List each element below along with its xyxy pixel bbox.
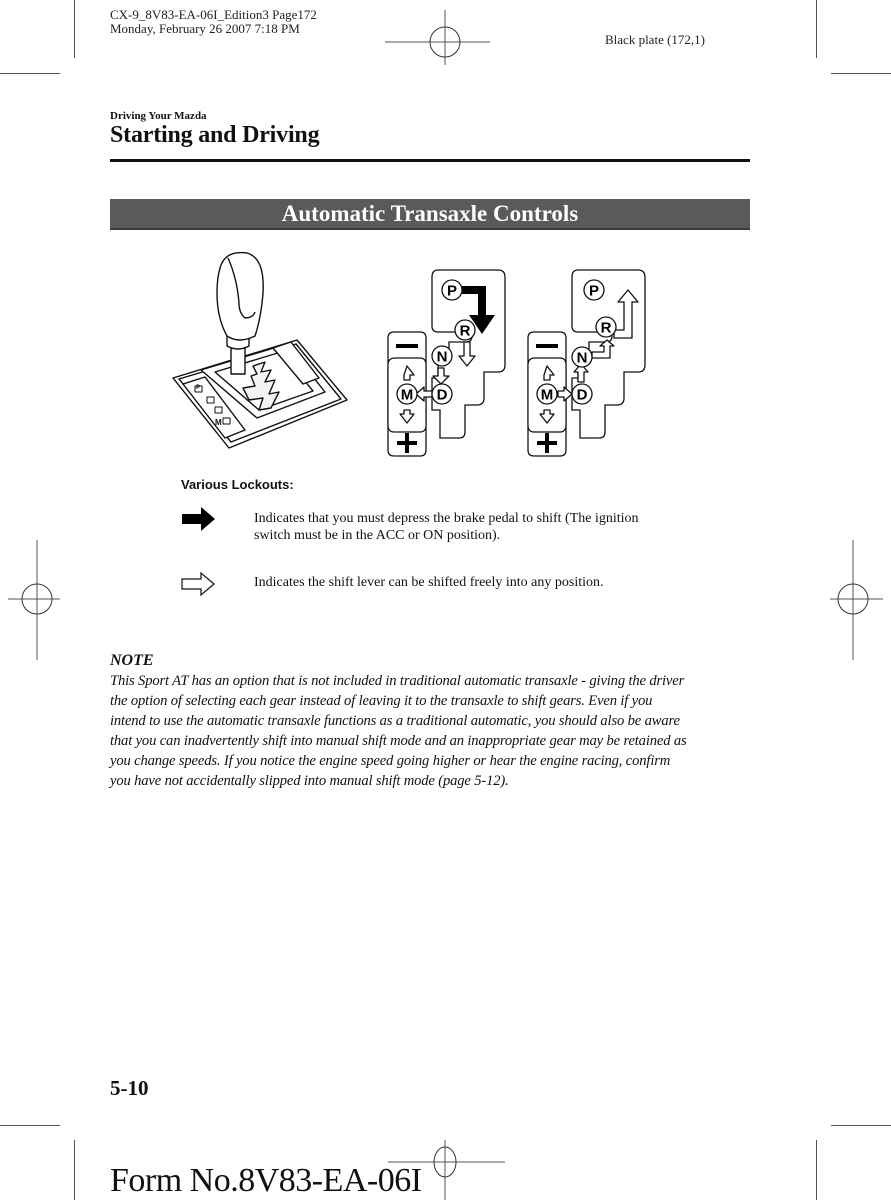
note-line: the option of selecting each gear instea…	[110, 693, 653, 709]
minus-sign	[396, 344, 418, 348]
note-heading: NOTE	[110, 652, 154, 669]
lockout-text-brake: Indicates that you must depress the brak…	[254, 510, 639, 544]
gate-label-R: R	[460, 323, 471, 340]
note-line: that you can inadvertently shift into ma…	[110, 733, 687, 749]
minus-sign	[536, 344, 558, 348]
crop-mark	[816, 0, 817, 58]
crop-mark	[74, 1140, 75, 1200]
registration-mark-left	[8, 540, 60, 660]
gate-label-P: P	[447, 283, 457, 300]
print-header-date: Monday, February 26 2007 7:18 PM	[110, 21, 300, 36]
crop-mark	[816, 1140, 817, 1200]
note-line: you change speeds. If you notice the eng…	[110, 753, 671, 769]
solid-arrow-icon	[182, 507, 215, 531]
section-label: Driving Your Mazda	[110, 110, 207, 122]
gate-label-D: D	[437, 387, 448, 404]
crop-mark	[0, 1125, 60, 1126]
plus-sign-v	[405, 433, 409, 453]
shift-pattern-brake-required: P RN D M	[387, 269, 506, 457]
gate-label-P: P	[589, 283, 599, 300]
gate-label-N: N	[577, 350, 588, 367]
crop-mark	[74, 0, 75, 58]
indicator-label-M: M	[215, 418, 222, 427]
crop-mark	[831, 73, 891, 74]
note-block: NOTE This Sport AT has an option that is…	[110, 651, 755, 791]
indicator-label-P: P	[196, 385, 201, 391]
note-line: you have not accidentally slipped into m…	[110, 773, 509, 789]
shift-pattern-free-shift: P RN D M	[527, 269, 646, 457]
registration-mark-right	[830, 540, 883, 660]
note-line: intend to use the automatic transaxle fu…	[110, 713, 680, 729]
lockout-text-line: switch must be in the ACC or ON position…	[254, 528, 501, 543]
title-rule	[110, 159, 750, 162]
crop-mark	[0, 73, 60, 74]
page-title: Starting and Driving	[110, 122, 320, 148]
form-number: Form No.8V83-EA-06I	[110, 1162, 422, 1199]
outline-arrow-icon	[181, 571, 215, 597]
gate-label-M: M	[541, 387, 554, 404]
gate-label-R: R	[601, 320, 612, 337]
lockout-text-line: Indicates the shift lever can be shifted…	[254, 575, 604, 590]
gate-label-M: M	[401, 387, 414, 404]
crop-mark	[831, 1125, 891, 1126]
lockouts-heading: Various Lockouts:	[181, 477, 294, 492]
print-header-file: CX-9_8V83-EA-06I_Edition3 Page172	[110, 7, 317, 22]
lockout-text-free: Indicates the shift lever can be shifted…	[254, 574, 604, 591]
lockout-text-line: Indicates that you must depress the brak…	[254, 511, 639, 526]
section-banner: Automatic Transaxle Controls	[110, 199, 750, 230]
print-header-plate: Black plate (172,1)	[605, 32, 705, 47]
note-line: This Sport AT has an option that is not …	[110, 673, 685, 689]
note-body: This Sport AT has an option that is not …	[110, 671, 755, 791]
shift-lever-illustration	[172, 251, 348, 449]
page-number: 5-10	[110, 1076, 149, 1100]
registration-mark-top	[385, 10, 490, 65]
gate-label-D: D	[577, 387, 588, 404]
gate-label-N: N	[437, 349, 448, 366]
plus-sign-v	[545, 433, 549, 453]
